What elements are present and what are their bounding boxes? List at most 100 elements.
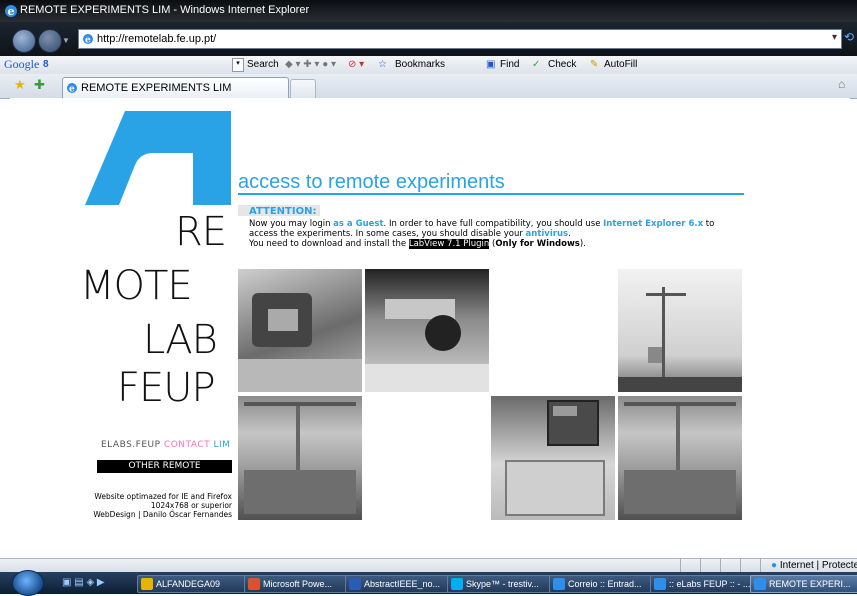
- footer-line: Website optimazed for IE and Firefox: [94, 492, 232, 501]
- folder-icon: [141, 578, 153, 590]
- google-8-button[interactable]: 8: [43, 59, 49, 70]
- add-favorites-icon[interactable]: ✚: [34, 77, 45, 93]
- start-button[interactable]: [12, 570, 44, 596]
- info-text: .: [568, 229, 571, 239]
- info-text: Now you may login: [249, 219, 334, 229]
- bottom-links: ELABS.FEUP CONTACT LIM: [101, 440, 230, 450]
- find-icon: ▣: [486, 59, 496, 70]
- tab-remote-experiments[interactable]: e REMOTE EXPERIMENTS LIM: [62, 77, 289, 99]
- toolbar-icons-group[interactable]: ◆ ▾ ✚ ▾ ● ▾: [285, 59, 336, 70]
- footer-credits: Website optimazed for IE and Firefox 102…: [60, 492, 232, 522]
- google-logo: Google: [4, 57, 40, 71]
- word-icon: [349, 578, 361, 590]
- footer-line: 1024x768 or superior: [150, 501, 232, 510]
- powerpoint-icon: [248, 578, 260, 590]
- other-remote-experiments-link[interactable]: OTHER REMOTE EXPERIMENTS: [97, 460, 232, 484]
- info-text: . In order to have full compatibility, y…: [383, 219, 604, 229]
- address-dropdown-icon[interactable]: ▾: [832, 32, 837, 43]
- info-text: You need to download and install the: [249, 239, 409, 249]
- security-zone[interactable]: ● Internet | Protecte: [771, 560, 857, 571]
- svg-text:e: e: [85, 36, 91, 46]
- info-line-1: Now you may login as a Guest. In order t…: [249, 219, 714, 229]
- star-icon[interactable]: ☆: [378, 59, 387, 70]
- taskbar-item-label: Skype™ - trestiv...: [466, 579, 539, 589]
- attention-label: ATTENTION:: [249, 206, 317, 217]
- check-button[interactable]: Check: [548, 59, 576, 70]
- taskbar-item-active[interactable]: REMOTE EXPERI...: [750, 575, 857, 593]
- taskbar-item[interactable]: Microsoft Powe...: [244, 575, 358, 593]
- home-icon[interactable]: ⌂: [838, 77, 845, 91]
- taskbar-item-label: REMOTE EXPERI...: [769, 579, 851, 589]
- taskbar-item[interactable]: Correio :: Entrad...: [549, 575, 664, 593]
- experiment-photo-6[interactable]: [618, 396, 742, 520]
- svg-text:e: e: [8, 5, 15, 18]
- experiment-photo-2[interactable]: [365, 269, 489, 392]
- window-title: REMOTE EXPERIMENTS LIM - Windows Interne…: [20, 4, 310, 16]
- popup-blocker-icon[interactable]: ⊘ ▾: [348, 59, 364, 70]
- window-title-bar: e REMOTE EXPERIMENTS LIM - Windows Inter…: [0, 0, 857, 22]
- title-divider: [238, 193, 744, 195]
- taskbar-item[interactable]: Skype™ - trestiv...: [447, 575, 562, 593]
- refresh-icon[interactable]: ⟲: [844, 30, 854, 44]
- taskbar-item-label: ALFANDEGA09: [156, 579, 221, 589]
- info-text: access the experiments. In some cases, y…: [249, 229, 526, 239]
- page-favicon-icon: e: [83, 34, 93, 46]
- back-button[interactable]: [12, 29, 36, 53]
- experiment-photo-weather-station[interactable]: [618, 269, 742, 392]
- ie-icon: [754, 578, 766, 590]
- zone-label: Internet | Protecte: [779, 560, 857, 571]
- info-text: to: [703, 219, 715, 229]
- address-bar-row: ▼ e http://remotelab.fe.up.pt/ ▾ ⟲: [0, 22, 857, 56]
- skype-icon: [451, 578, 463, 590]
- logo-line-mote: MOTE: [80, 263, 193, 309]
- labview-plugin-link[interactable]: LabView 7.1 Plugin: [408, 239, 490, 249]
- address-field[interactable]: e http://remotelab.fe.up.pt/ ▾: [78, 29, 842, 49]
- forward-button[interactable]: [38, 29, 62, 53]
- experiment-photo-4[interactable]: [238, 396, 362, 520]
- svg-text:e: e: [69, 85, 75, 95]
- bookmarks-button[interactable]: Bookmarks: [395, 59, 445, 70]
- autofill-button[interactable]: AutoFill: [604, 59, 637, 70]
- contact-link[interactable]: CONTACT: [164, 440, 210, 450]
- elabs-feup-link[interactable]: ELABS.FEUP: [101, 440, 161, 450]
- find-button[interactable]: Find: [500, 59, 519, 70]
- search-button[interactable]: Search: [247, 59, 279, 70]
- status-bar: ● Internet | Protecte: [0, 558, 857, 573]
- new-tab-button[interactable]: [290, 79, 316, 98]
- taskbar-item[interactable]: AbstractIEEE_no...: [345, 575, 460, 593]
- taskbar-item[interactable]: ALFANDEGA09: [137, 575, 257, 593]
- footer-line: WebDesign | Danilo Óscar Fernandes: [93, 510, 232, 519]
- lim-link[interactable]: LIM: [213, 440, 230, 450]
- taskbar-item-label: :: eLabs FEUP :: - ...: [669, 579, 751, 589]
- ie-icon: [654, 578, 666, 590]
- tab-label: REMOTE EXPERIMENTS LIM: [81, 82, 232, 94]
- ie-icon: [553, 578, 565, 590]
- taskbar-item-label: Microsoft Powe...: [263, 579, 333, 589]
- page-title: access to remote experiments: [238, 171, 505, 193]
- tab-bar: ★ ✚ e REMOTE EXPERIMENTS LIM ⌂: [0, 74, 857, 99]
- globe-icon: ●: [771, 560, 778, 571]
- taskbar: ▣ ▤ ◈ ▶ ALFANDEGA09 Microsoft Powe... Ab…: [0, 570, 857, 596]
- logo-line-lab: LAB: [143, 317, 218, 363]
- recent-pages-icon[interactable]: ▼: [62, 36, 70, 45]
- antivirus-link[interactable]: antivirus: [526, 229, 569, 239]
- ie6-link[interactable]: Internet Explorer 6.x: [603, 219, 703, 229]
- quick-launch-icons[interactable]: ▣ ▤ ◈ ▶: [62, 577, 105, 588]
- taskbar-item-label: Correio :: Entrad...: [568, 579, 642, 589]
- info-line-2: access the experiments. In some cases, y…: [249, 229, 571, 239]
- favorites-star-icon[interactable]: ★: [14, 77, 26, 93]
- info-text: ).: [579, 239, 586, 249]
- logo-line-feup: FEUP: [117, 365, 216, 411]
- experiment-photo-5[interactable]: [491, 396, 615, 520]
- ie-logo-icon: e: [5, 5, 17, 18]
- experiment-photo-1[interactable]: [238, 269, 362, 392]
- google-toolbar: Google 8 ▾ Search ◆ ▾ ✚ ▾ ● ▾ ⊘ ▾ ☆ Book…: [0, 56, 857, 75]
- only-windows-note: Only for Windows: [495, 239, 580, 249]
- taskbar-item[interactable]: :: eLabs FEUP :: - ...: [650, 575, 763, 593]
- info-line-3: You need to download and install the Lab…: [249, 239, 586, 249]
- login-as-guest-link[interactable]: as a Guest: [333, 219, 383, 229]
- url-text: http://remotelab.fe.up.pt/: [97, 33, 217, 45]
- search-dropdown-icon[interactable]: ▾: [232, 58, 244, 72]
- remotelab-logo-shape: [85, 111, 231, 205]
- taskbar-item-label: AbstractIEEE_no...: [364, 579, 441, 589]
